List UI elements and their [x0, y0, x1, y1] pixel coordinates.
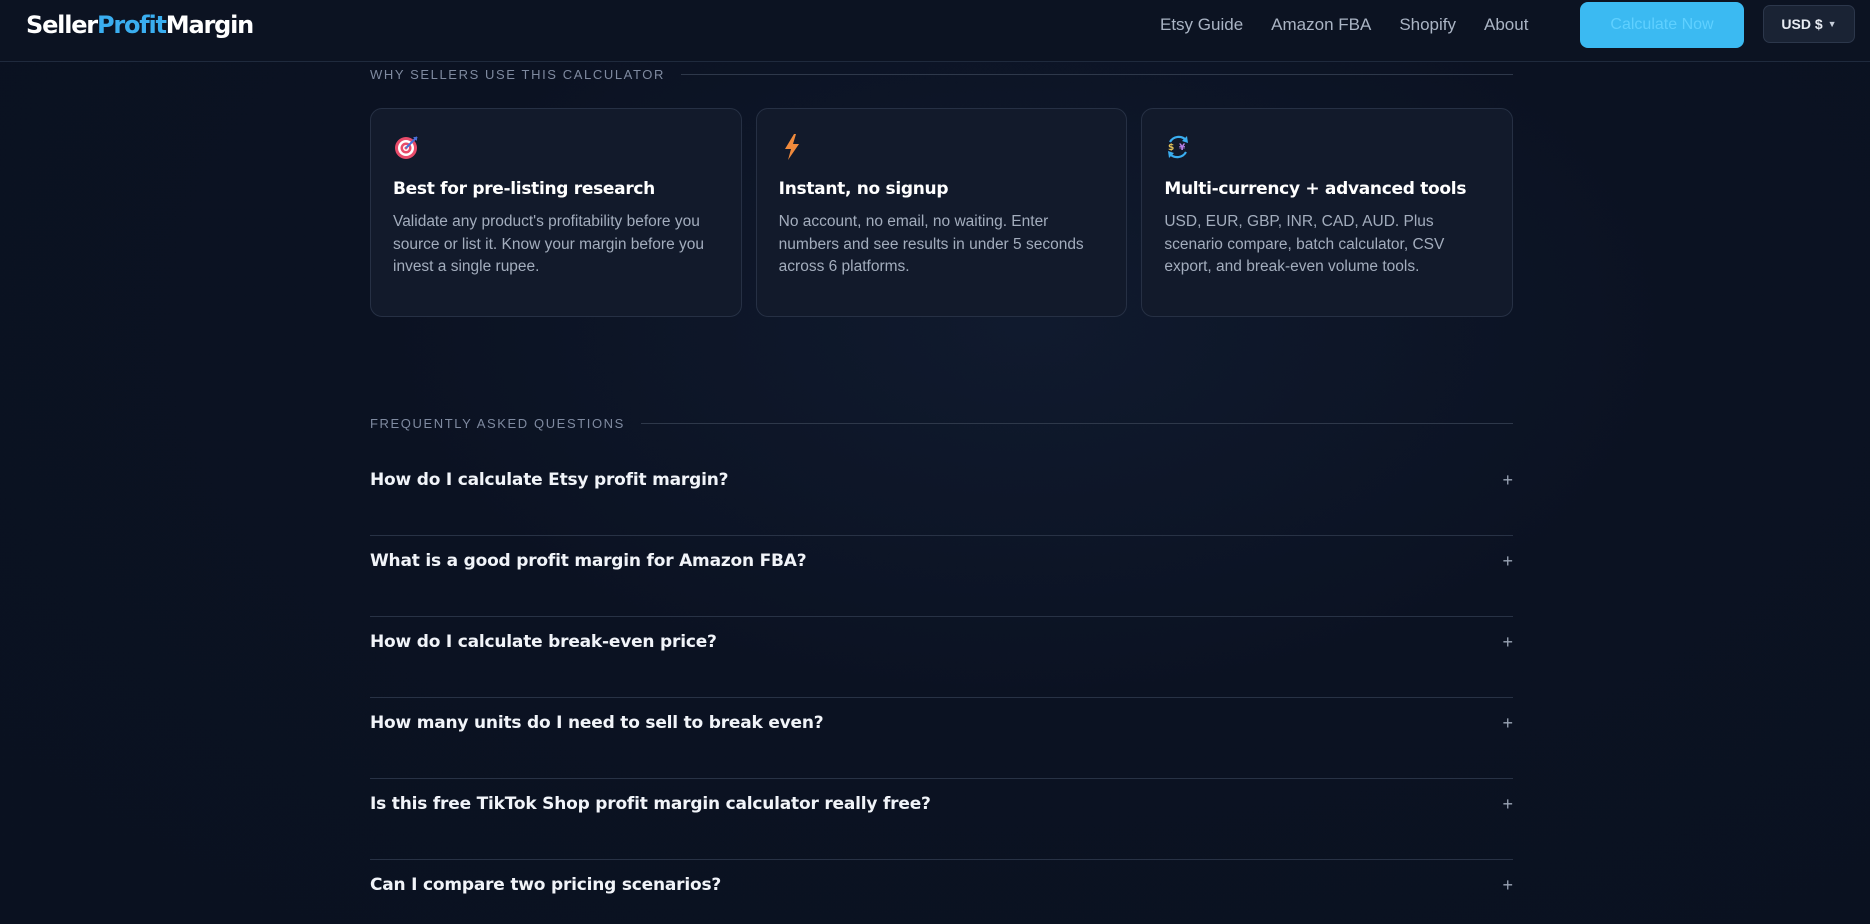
plus-icon[interactable]: +: [1502, 551, 1513, 572]
nav-about[interactable]: About: [1484, 15, 1528, 35]
nav-shopify[interactable]: Shopify: [1399, 15, 1456, 35]
logo-seller: Seller: [26, 11, 98, 39]
svg-text:¥: ¥: [1179, 143, 1186, 153]
plus-icon[interactable]: +: [1502, 632, 1513, 653]
site-logo[interactable]: SellerProfitMargin: [26, 10, 254, 40]
section-divider: [681, 74, 1513, 75]
calculate-now-button[interactable]: Calculate Now: [1580, 2, 1744, 48]
card-description: USD, EUR, GBP, INR, CAD, AUD. Plus scena…: [1164, 213, 1445, 275]
faq-item[interactable]: Can I compare two pricing scenarios? +: [370, 860, 1513, 924]
faq-question: How do I calculate Etsy profit margin?: [370, 470, 729, 490]
currency-selector[interactable]: USD $ ▼: [1763, 5, 1855, 43]
main-nav: Etsy Guide Amazon FBA Shopify About: [1160, 0, 1528, 50]
faq-question: How many units do I need to sell to brea…: [370, 713, 824, 733]
faq-question: How do I calculate break-even price?: [370, 632, 717, 652]
faq-list: How do I calculate Etsy profit margin? +…: [370, 455, 1513, 924]
card-description: Validate any product's profitability bef…: [393, 213, 704, 275]
feature-card-multicurrency: $ ¥ Multi-currency + advanced tools USD,…: [1141, 108, 1514, 317]
currency-label: USD $: [1781, 16, 1823, 32]
plus-icon[interactable]: +: [1502, 470, 1513, 491]
site-header: SellerProfitMargin Etsy Guide Amazon FBA…: [0, 0, 1870, 62]
lightning-icon: [784, 134, 799, 160]
plus-icon[interactable]: +: [1502, 875, 1513, 896]
plus-icon[interactable]: +: [1502, 713, 1513, 734]
card-description: No account, no email, no waiting. Enter …: [778, 213, 1084, 275]
why-section-title: WHY SELLERS USE THIS CALCULATOR: [370, 67, 665, 82]
faq-section-title: FREQUENTLY ASKED QUESTIONS: [370, 416, 625, 431]
card-title: Instant, no signup: [778, 179, 949, 199]
plus-icon[interactable]: +: [1502, 794, 1513, 815]
logo-margin: Margin: [165, 11, 254, 39]
svg-text:$: $: [1168, 143, 1174, 153]
faq-item[interactable]: What is a good profit margin for Amazon …: [370, 536, 1513, 617]
faq-section-label: FREQUENTLY ASKED QUESTIONS: [370, 416, 1513, 431]
feature-card-research: Best for pre-listing research Validate a…: [370, 108, 742, 317]
faq-item[interactable]: How many units do I need to sell to brea…: [370, 698, 1513, 779]
faq-question: What is a good profit margin for Amazon …: [370, 551, 807, 571]
target-icon: [395, 136, 418, 159]
currency-exchange-icon: $ ¥: [1168, 135, 1189, 159]
why-section-label: WHY SELLERS USE THIS CALCULATOR: [370, 67, 1513, 82]
faq-question: Is this free TikTok Shop profit margin c…: [370, 794, 931, 814]
feature-cards: Best for pre-listing research Validate a…: [370, 108, 1514, 317]
nav-amazon-fba[interactable]: Amazon FBA: [1271, 15, 1371, 35]
logo-profit: Profit: [96, 11, 167, 39]
nav-etsy-guide[interactable]: Etsy Guide: [1160, 15, 1243, 35]
card-title: Multi-currency + advanced tools: [1164, 179, 1467, 199]
caret-down-icon: ▼: [1827, 19, 1837, 29]
feature-card-instant: Instant, no signup No account, no email,…: [755, 108, 1128, 317]
card-title: Best for pre-listing research: [393, 179, 655, 199]
faq-item[interactable]: Is this free TikTok Shop profit margin c…: [370, 779, 1513, 860]
section-divider: [640, 423, 1513, 424]
faq-item[interactable]: How do I calculate break-even price? +: [370, 617, 1513, 698]
faq-item[interactable]: How do I calculate Etsy profit margin? +: [370, 455, 1513, 536]
faq-question: Can I compare two pricing scenarios?: [370, 875, 722, 895]
